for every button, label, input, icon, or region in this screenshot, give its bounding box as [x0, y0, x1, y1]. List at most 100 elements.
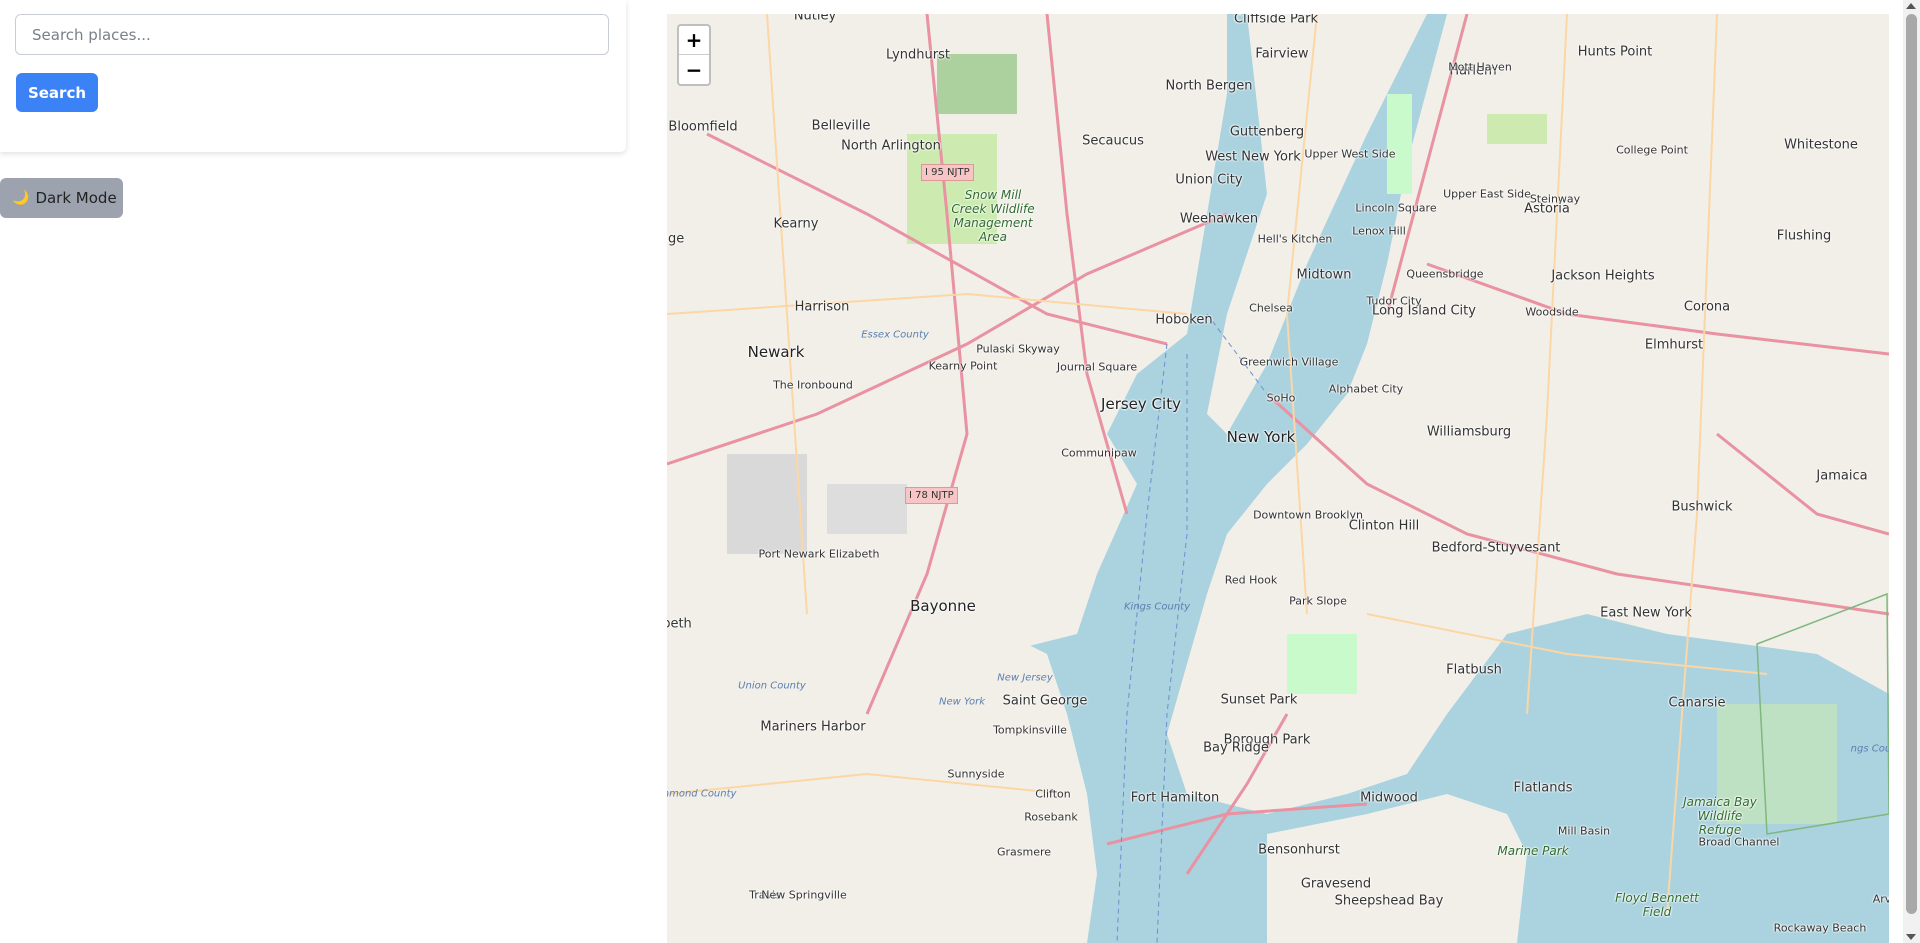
place-label: Jersey City	[1101, 395, 1181, 413]
highway-shield: I 78 NJTP	[905, 487, 958, 504]
place-label: Communipaw	[1061, 446, 1137, 460]
place-label: Hell's Kitchen	[1257, 232, 1333, 246]
place-label: New Jersey	[997, 672, 1053, 684]
place-label: New York	[1226, 428, 1296, 446]
search-button[interactable]: Search	[16, 73, 98, 112]
place-label: Jamaica Bay Wildlife Refuge	[1683, 795, 1757, 837]
zoom-out-button[interactable]: −	[679, 55, 709, 84]
place-label: The Ironbound	[773, 378, 853, 392]
place-label: Marine Park	[1497, 844, 1569, 858]
place-label: Alphabet City	[1328, 382, 1404, 396]
place-label: Port Newark Elizabeth	[758, 547, 880, 561]
place-label: Whitestone	[1784, 137, 1858, 153]
place-label: Richmond County	[667, 788, 737, 800]
place-label: Fort Hamilton	[1130, 790, 1220, 806]
place-label: beth	[667, 616, 692, 632]
place-label: Belleville	[811, 118, 871, 134]
place-label: Floyd Bennett Field	[1615, 891, 1699, 919]
place-label: Lenox Hill	[1352, 224, 1406, 238]
place-label: Mill Basin	[1557, 824, 1611, 838]
place-label: Corona	[1683, 299, 1731, 315]
place-label: Guttenberg	[1229, 124, 1305, 140]
place-label: Hunts Point	[1577, 44, 1653, 60]
place-label: Bayonne	[910, 597, 976, 615]
place-label: Elmhurst	[1644, 337, 1704, 353]
port-area	[827, 484, 907, 534]
coney-area-land	[1267, 794, 1527, 943]
place-label: Union County	[738, 680, 806, 692]
zoom-control: + −	[677, 24, 711, 86]
place-label: Downtown Brooklyn	[1253, 508, 1363, 522]
page-scrollbar[interactable]	[1903, 0, 1920, 943]
place-label: Gravesend	[1300, 876, 1372, 892]
place-label: Chelsea	[1249, 301, 1293, 315]
dark-mode-label: Dark Mode	[35, 189, 117, 207]
zoom-in-button[interactable]: +	[679, 26, 709, 55]
place-label: Long Island City	[1372, 303, 1476, 319]
search-panel: Search	[0, 0, 626, 152]
place-label: Pulaski Skyway	[976, 342, 1060, 356]
place-label: Lyndhurst	[886, 47, 950, 63]
place-label: Jackson Heights	[1551, 268, 1655, 284]
place-label: SoHo	[1266, 391, 1296, 405]
scroll-up-arrow-icon[interactable]	[1906, 3, 1916, 9]
place-label: East New York	[1600, 605, 1692, 621]
place-label: Sunset Park	[1220, 692, 1298, 708]
place-label: Upper East Side	[1443, 187, 1531, 201]
place-label: Jamaica	[1816, 468, 1868, 484]
place-label: New Springville	[761, 888, 847, 902]
place-label: Newark	[747, 343, 805, 361]
place-label: Bushwick	[1671, 499, 1733, 515]
place-label: Broad Channel	[1698, 835, 1780, 849]
central-park	[1387, 94, 1412, 194]
place-label: Essex County	[861, 329, 929, 341]
place-label: Midwood	[1360, 790, 1418, 806]
place-label: Rosebank	[1024, 810, 1078, 824]
place-label: Bloomfield	[668, 119, 738, 135]
airport-area	[727, 454, 807, 554]
place-label: Lincoln Square	[1355, 201, 1437, 215]
place-label: Midtown	[1296, 267, 1352, 283]
place-label: Red Hook	[1224, 573, 1278, 587]
place-label: Kearny Point	[928, 359, 998, 373]
place-label: Sunnyside	[947, 767, 1005, 781]
place-label: Journal Square	[1056, 360, 1138, 374]
place-label: Mott Haven	[1448, 60, 1512, 74]
place-label: Cliffside Park	[1233, 14, 1319, 27]
place-label: Park Slope	[1289, 594, 1347, 608]
place-label: Saint George	[1002, 693, 1088, 709]
place-label: Nutley	[793, 14, 837, 24]
place-label: Weehawken	[1179, 211, 1259, 227]
place-label: Secaucus	[1082, 133, 1144, 149]
place-label: New York	[938, 696, 986, 708]
scroll-down-arrow-icon[interactable]	[1906, 934, 1916, 940]
place-label: Grasmere	[996, 845, 1052, 859]
place-label: Upper West Side	[1304, 147, 1396, 161]
place-label: Hoboken	[1155, 312, 1213, 328]
place-label: Fairview	[1255, 46, 1309, 62]
prospect-park	[1287, 634, 1357, 694]
highway-shield: I 95 NJTP	[921, 164, 974, 181]
sidebar: Search 🌙 Dark Mode	[0, 0, 628, 943]
search-input[interactable]	[15, 14, 609, 55]
wetlands-park	[937, 54, 1017, 114]
place-label: Astoria	[1524, 201, 1570, 217]
place-label: Flatbush	[1446, 662, 1502, 678]
place-label: Williamsburg	[1426, 424, 1512, 440]
place-label: Snow Mill Creek Wildlife Management Area	[951, 188, 1035, 244]
place-label: nge	[667, 231, 685, 247]
place-label: North Bergen	[1165, 78, 1253, 94]
place-label: West New York	[1205, 149, 1301, 165]
place-label: ngs County	[1850, 743, 1889, 755]
place-label: Woodside	[1525, 305, 1579, 319]
map[interactable]: + − I 95 NJTP I 78 NJTP Nutley Lyndhurst C…	[667, 14, 1889, 943]
place-label: Rockaway Beach	[1773, 921, 1867, 935]
place-label: Kearny	[773, 216, 819, 232]
place-label: Harrison	[794, 299, 850, 315]
place-label: Canarsie	[1668, 695, 1726, 711]
place-label: Flushing	[1776, 228, 1832, 244]
place-label: Union City	[1175, 172, 1243, 188]
dark-mode-button[interactable]: 🌙 Dark Mode	[0, 178, 123, 218]
place-label: North Arlington	[841, 138, 941, 154]
scroll-thumb[interactable]	[1906, 14, 1917, 914]
